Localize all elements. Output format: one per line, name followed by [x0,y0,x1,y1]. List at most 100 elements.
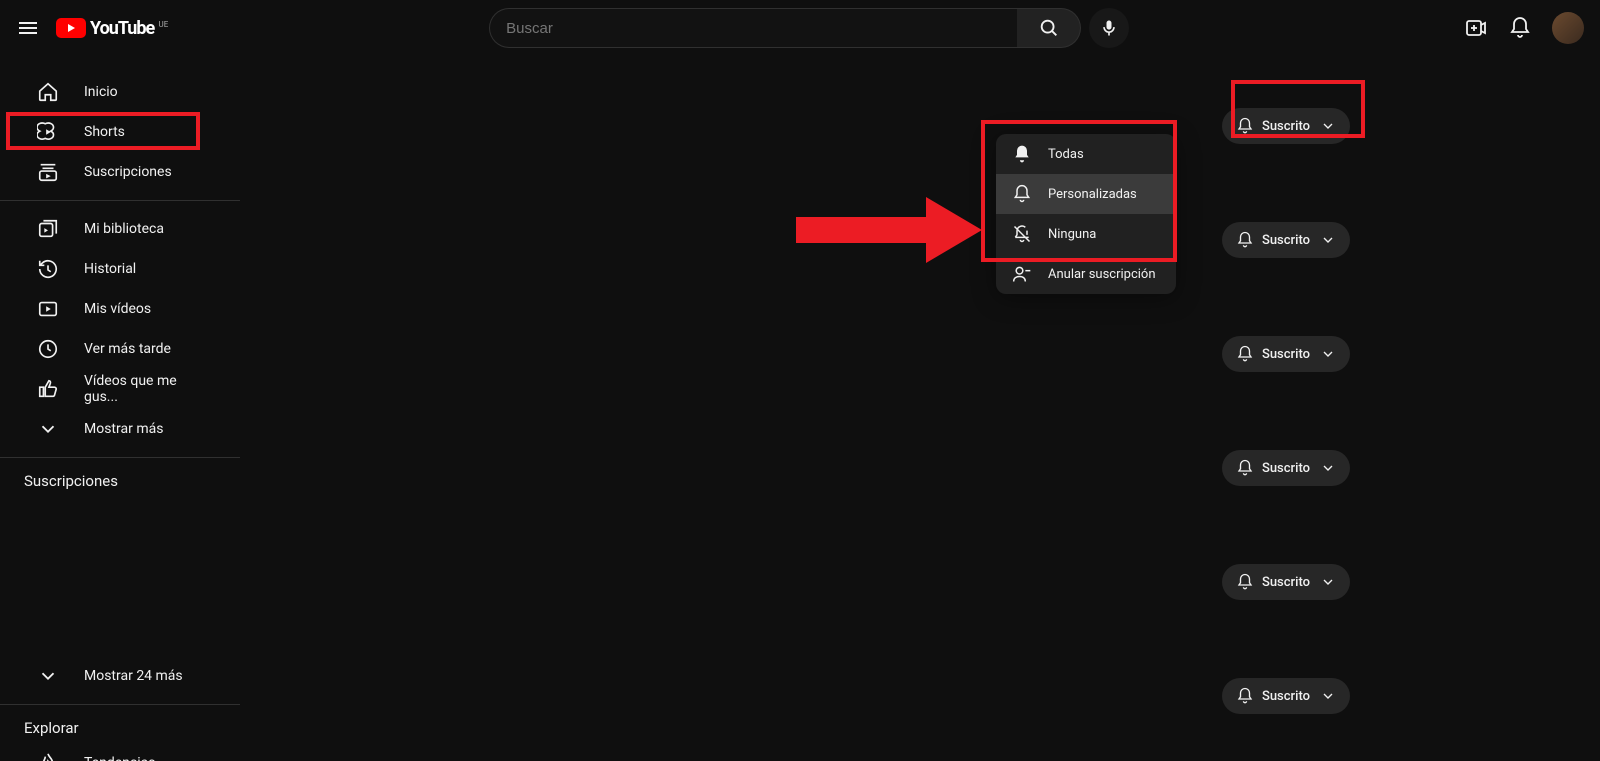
search [489,8,1081,48]
sidebar-item-show-more[interactable]: Mostrar más [12,409,228,449]
sidebar-item-show-more-subs[interactable]: Mostrar 24 más [12,656,228,696]
bell-off-icon [1012,224,1032,244]
clock-icon [36,337,60,361]
masthead-left: YouTube UE [16,16,154,40]
main-content: Todas Personalizadas Ninguna Anular susc… [240,56,1600,761]
bell-icon [1236,459,1254,477]
sidebar-section-title: Suscripciones [0,466,240,496]
voice-search-button[interactable] [1089,8,1129,48]
sidebar-section-title: Explorar [0,713,240,743]
search-icon [1038,17,1060,39]
youtube-play-icon [56,18,86,38]
subscribed-label: Suscrito [1262,575,1310,590]
library-icon [36,217,60,241]
sidebar-item-label: Inicio [84,84,118,100]
user-remove-icon [1012,264,1032,284]
chevron-down-icon [1320,574,1336,590]
chevron-down-icon [1320,460,1336,476]
subscribed-button[interactable]: Suscrito [1222,450,1350,486]
sidebar: Inicio Shorts Suscripciones Mi bibliotec… [0,56,240,761]
sidebar-item-your-videos[interactable]: Mis vídeos [12,289,228,329]
sidebar-explore: Explorar Tendencias Música [0,705,240,761]
chevron-down-icon [36,664,60,688]
chevron-down-icon [1320,346,1336,362]
avatar[interactable] [1552,12,1584,44]
sidebar-item-history[interactable]: Historial [12,249,228,289]
bell-filled-icon [1012,144,1032,164]
create-button[interactable] [1464,16,1488,40]
bell-icon [1508,16,1532,40]
region-code: UE [159,20,169,29]
sidebar-item-shorts[interactable]: Shorts [12,112,228,152]
sidebar-item-liked[interactable]: Vídeos que me gus... [12,369,228,409]
subscribed-label: Suscrito [1262,689,1310,704]
notifications-button[interactable] [1508,16,1532,40]
sidebar-item-label: Tendencias [84,755,155,761]
chevron-down-icon [1320,688,1336,704]
sidebar-item-label: Mi biblioteca [84,221,164,237]
subscriptions-icon [36,160,60,184]
menu-item-personalized[interactable]: Personalizadas [996,174,1176,214]
menu-item-label: Anular suscripción [1048,267,1156,282]
chevron-down-icon [1320,118,1336,134]
subscribed-button[interactable]: Suscrito [1222,222,1350,258]
menu-item-label: Ninguna [1048,227,1096,242]
sidebar-item-library[interactable]: Mi biblioteca [12,209,228,249]
sidebar-item-home[interactable]: Inicio [12,72,228,112]
sidebar-item-label: Historial [84,261,136,277]
microphone-icon [1099,18,1119,38]
sidebar-item-label: Vídeos que me gus... [84,373,204,405]
your-videos-icon [36,297,60,321]
shorts-icon [36,120,60,144]
trending-icon [36,751,60,761]
menu-item-unsubscribe[interactable]: Anular suscripción [996,254,1176,294]
masthead-right [1464,12,1584,44]
bell-icon [1012,184,1032,204]
bell-icon [1236,687,1254,705]
subscribed-label: Suscrito [1262,233,1310,248]
bell-icon [1236,117,1254,135]
sidebar-primary: Inicio Shorts Suscripciones [0,64,240,201]
sidebar-subscriptions-list [0,496,240,656]
sidebar-item-label: Mis vídeos [84,301,151,317]
home-icon [36,80,60,104]
subscribed-button[interactable]: Suscrito [1222,336,1350,372]
menu-item-all[interactable]: Todas [996,134,1176,174]
subscribed-buttons-column: Suscrito Suscrito Suscrito Suscrito Suscrito… [1222,108,1350,714]
subscribed-button[interactable]: Suscrito [1222,108,1350,144]
bell-icon [1236,345,1254,363]
subscribed-label: Suscrito [1262,119,1310,134]
guide-button[interactable] [16,16,40,40]
sidebar-item-label: Ver más tarde [84,341,171,357]
menu-item-label: Todas [1048,147,1084,162]
youtube-logo[interactable]: YouTube UE [56,18,154,39]
search-input[interactable] [489,8,1017,48]
bell-icon [1236,231,1254,249]
subscribed-button[interactable]: Suscrito [1222,564,1350,600]
sidebar-item-trending[interactable]: Tendencias [12,743,228,761]
subscribed-label: Suscrito [1262,347,1310,362]
create-icon [1464,16,1488,40]
search-button[interactable] [1017,8,1081,48]
subscribed-label: Suscrito [1262,461,1310,476]
thumbs-up-icon [36,377,60,401]
sidebar-item-label: Mostrar más [84,421,163,437]
masthead-center [489,8,1129,48]
notification-options-menu: Todas Personalizadas Ninguna Anular susc… [996,134,1176,294]
sidebar-item-label: Suscripciones [84,164,172,180]
sidebar-item-subscriptions[interactable]: Suscripciones [12,152,228,192]
masthead: YouTube UE [0,0,1600,56]
sidebar-item-label: Mostrar 24 más [84,668,183,684]
subscribed-button[interactable]: Suscrito [1222,678,1350,714]
sidebar-subscriptions: Suscripciones Mostrar 24 más [0,458,240,705]
youtube-wordmark: YouTube [90,18,154,39]
history-icon [36,257,60,281]
sidebar-item-watch-later[interactable]: Ver más tarde [12,329,228,369]
sidebar-library: Mi biblioteca Historial Mis vídeos Ver m… [0,201,240,458]
sidebar-item-label: Shorts [84,124,125,140]
bell-icon [1236,573,1254,591]
menu-item-none[interactable]: Ninguna [996,214,1176,254]
menu-item-label: Personalizadas [1048,187,1137,202]
chevron-down-icon [36,417,60,441]
chevron-down-icon [1320,232,1336,248]
